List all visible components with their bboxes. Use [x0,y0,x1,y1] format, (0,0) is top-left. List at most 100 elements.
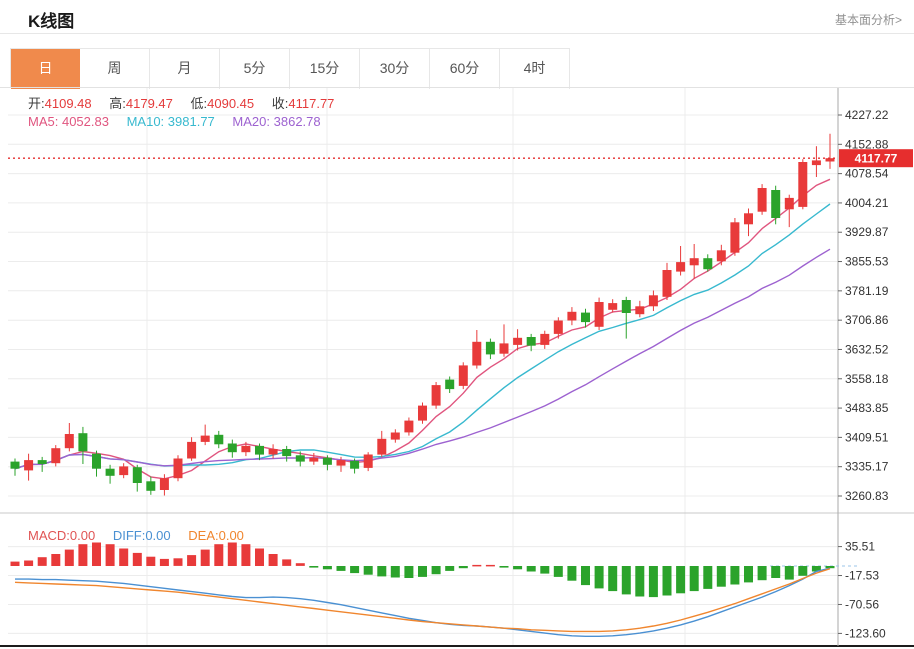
candle-body [608,303,618,310]
macd-histogram-bar [200,549,210,566]
candle-body [744,213,753,225]
candle-body [811,160,821,166]
candle-body [336,460,346,466]
macd-histogram-bar [581,566,590,586]
candle-body [146,481,156,491]
macd-histogram-bar [703,566,713,589]
macd-histogram-bar [730,566,740,585]
y-axis-label: 3409.51 [845,430,889,444]
low-label: 低: [190,96,208,111]
macd-histogram-bar [295,563,305,566]
candle-body [404,420,414,433]
macd-histogram-bar [377,566,387,577]
macd-histogram-bar [105,544,115,566]
ma10-value: 3981.77 [167,114,215,129]
y-axis-label: 4227.22 [845,108,889,122]
macd-histogram-bar [825,566,835,569]
ma10-line [14,203,831,470]
candle-body [771,190,781,218]
diff-label: DIFF: [112,528,146,543]
y-axis-label: 3706.86 [845,313,889,327]
high-value: 4179.47 [125,96,173,111]
candle-body [757,188,767,212]
candle-body [255,445,264,455]
macd-histogram-bar [648,566,658,598]
open-value: 4109.48 [44,96,92,111]
candle-body [173,458,183,479]
close-value: 4117.77 [288,96,335,111]
macd-histogram-bar [187,555,197,566]
macd-histogram-bar [540,566,550,574]
macd-histogram-bar [485,564,495,567]
ma5-line [14,178,831,480]
kline-page: K线图 基本面分析> 日 周 月 5分 15分 30分 60分 4时 4227.… [0,0,914,649]
candle-body [132,467,142,483]
macd-histogram-bar [350,566,360,574]
low-value: 4090.45 [207,96,255,111]
candle-body [64,434,74,449]
dea-value: 0.00 [218,528,244,543]
candle-body [214,434,224,445]
candle-body [485,341,495,355]
ohlc-legend: 开:4109.48 高:4179.47 低:4090.45 收:4117.77 [28,93,334,112]
macd-histogram-bar [445,566,455,571]
macd-histogram-bar [78,544,88,566]
candle-body [377,438,387,455]
macd-histogram-bar [119,548,129,566]
macd-histogram-bar [132,552,142,566]
candle-body [51,448,61,464]
candle-body [676,262,686,272]
macd-histogram-bar [404,566,414,578]
candle-body [78,433,88,452]
macd-histogram-bar [594,566,604,589]
candle-body [499,343,509,354]
candle-body [418,405,427,421]
candle-body [716,250,726,262]
macd-histogram-bar [227,542,237,566]
ma5-value: 4052.83 [61,114,109,129]
candle-body [92,453,101,469]
y-axis-label: 4078.54 [845,167,889,181]
candle-body [227,443,237,453]
macd-histogram-bar [608,566,618,592]
y-axis-label: 3929.87 [845,225,889,239]
macd-histogram-bar [567,566,577,581]
candle-body [295,455,305,462]
macd-value: 0.00 [69,528,96,543]
candle-body [526,337,536,346]
candle-body [322,457,332,465]
macd-y-axis-label: 35.51 [845,540,875,554]
macd-histogram-bar [24,560,34,566]
candle-body [540,333,550,345]
candle-body [703,258,713,270]
candle-body [553,320,563,334]
candle-body [200,435,210,442]
candle-body [119,466,129,476]
ma-legend: MA5: 4052.83 MA10: 3981.77 MA20: 3862.78 [28,114,321,129]
candle-body [363,454,373,468]
candle-body [567,311,577,321]
y-axis-label: 3632.52 [845,342,889,356]
macd-histogram-bar [92,542,101,566]
y-axis-label: 3558.18 [845,372,889,386]
macd-histogram-bar [241,544,251,566]
close-label: 收: [271,96,289,111]
candle-body [635,306,645,315]
macd-histogram-bar [716,566,726,587]
macd-histogram-bar [472,564,482,567]
ma20-value: 3862.78 [273,114,321,129]
candle-body [187,441,197,459]
candle-body [309,457,319,462]
diff-value: 0.00 [145,528,171,543]
macd-label: MACD: [28,528,70,543]
candle-body [689,258,699,266]
current-price-tag-label: 4117.77 [855,152,898,166]
macd-histogram-bar [431,566,441,575]
macd-histogram-bar [309,566,319,568]
macd-histogram-bar [744,566,753,583]
macd-histogram-bar [635,566,645,597]
candle-body [648,295,658,307]
macd-histogram-bar [10,561,20,566]
y-axis-label: 3260.83 [845,489,889,503]
macd-y-axis-label: -70.56 [845,597,879,611]
